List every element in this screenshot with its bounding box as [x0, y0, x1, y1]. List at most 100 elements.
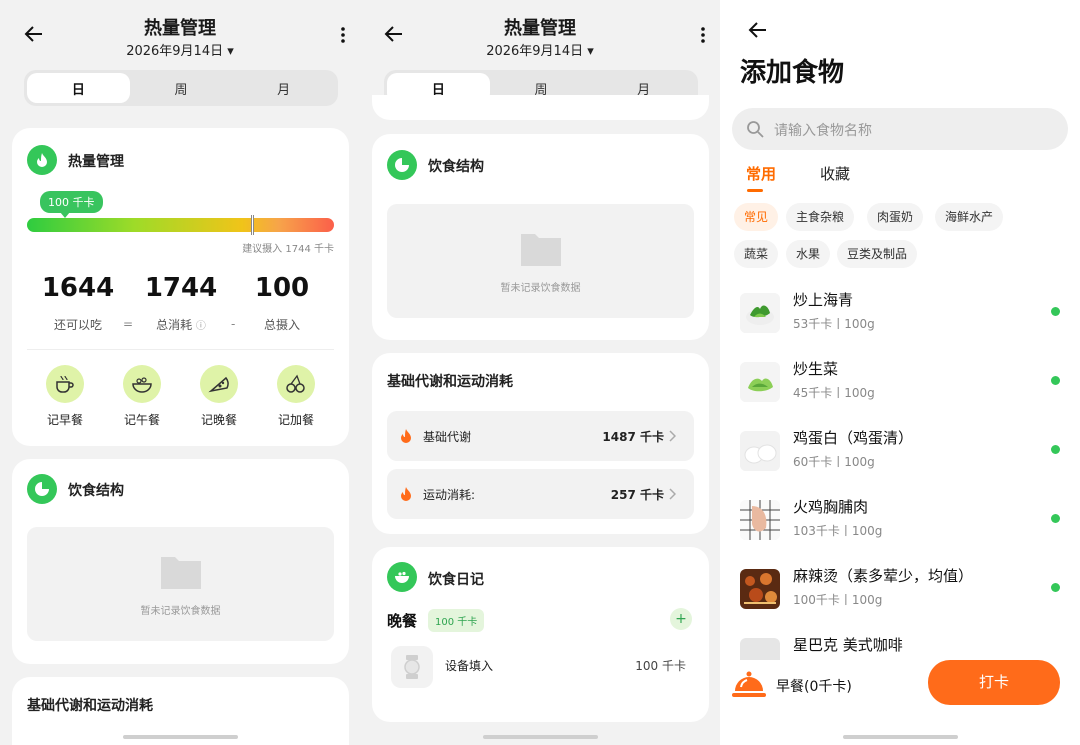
- scrolled-card-edge: [372, 95, 709, 120]
- checkin-button[interactable]: 打卡: [928, 660, 1060, 705]
- caret-down-icon: ▾: [587, 44, 594, 59]
- log-lunch-button[interactable]: 记午餐: [107, 365, 177, 428]
- log-breakfast-button[interactable]: 记早餐: [30, 365, 100, 428]
- chip-common[interactable]: 常见: [734, 203, 779, 231]
- search-placeholder: 请输入食物名称: [774, 123, 872, 139]
- food-item[interactable]: 炒生菜 45千卡丨100g: [740, 354, 1060, 414]
- status-dot: [1051, 307, 1060, 316]
- header: 热量管理 2026年9月14日 ▾: [360, 10, 720, 60]
- folder-icon: [160, 557, 201, 589]
- page-title: 添加食物: [740, 58, 845, 88]
- card-title: 饮食结构: [68, 483, 124, 499]
- exercise-row[interactable]: 运动消耗: 257 千卡: [387, 469, 694, 519]
- screen-add-food: 添加食物 请输入食物名称 常用 收藏 常见 主食杂粮 肉蛋奶 海鲜水产 蔬菜 水…: [720, 0, 1080, 745]
- chip-seafood[interactable]: 海鲜水产: [935, 203, 1004, 231]
- food-calories: 103千卡丨100g: [793, 524, 883, 538]
- stat-intake-label: 总摄入: [263, 318, 300, 332]
- caret-down-icon: ▾: [227, 44, 234, 59]
- food-item[interactable]: 麻辣烫（素多荤少，均值） 100千卡丨100g: [740, 561, 1060, 621]
- bottom-bar: 早餐(0千卡) 打卡: [720, 660, 1080, 745]
- calorie-progress-bar: [27, 215, 334, 235]
- food-image: [740, 431, 780, 471]
- tab-common[interactable]: 常用: [746, 163, 776, 184]
- food-name: 鸡蛋白（鸡蛋清）: [793, 429, 914, 447]
- calorie-card: 热量管理 100 千卡 建议摄入 1744 千卡 1644 1744 100 还…: [12, 128, 349, 446]
- row-value: 1487 千卡: [602, 430, 664, 444]
- stat-consumed-label[interactable]: 总消耗 ⓘ: [136, 316, 226, 333]
- pie-chart-icon: [27, 474, 57, 504]
- row-value: 257 千卡: [610, 488, 664, 502]
- meal-summary[interactable]: 早餐(0千卡): [776, 676, 852, 696]
- tab-indicator: [747, 189, 763, 192]
- date-selector[interactable]: 2026年9月14日 ▾: [360, 40, 720, 59]
- chip-meat-egg-milk[interactable]: 肉蛋奶: [867, 203, 924, 231]
- meal-label: 记加餐: [277, 413, 314, 427]
- meal-label: 记午餐: [123, 413, 160, 427]
- divider: [27, 349, 334, 350]
- target-marker: [251, 215, 255, 235]
- diary-entry[interactable]: 设备填入 100 千卡: [387, 642, 694, 692]
- stat-consumed-text: 总消耗: [156, 318, 193, 332]
- chevron-right-icon: [669, 430, 676, 442]
- diet-diary-card: 饮食日记 晚餐 100 千卡 + 设备填入 100 千卡: [372, 547, 709, 722]
- period-tabs: 日 周 月: [24, 70, 338, 106]
- food-item[interactable]: 炒上海青 53千卡丨100g: [740, 285, 1060, 345]
- row-label: 运动消耗:: [423, 488, 476, 502]
- food-name: 炒生菜: [793, 360, 839, 378]
- more-menu-icon[interactable]: [340, 26, 346, 44]
- card-title: 基础代谢和运动消耗: [27, 698, 153, 714]
- food-calories: 60千卡丨100g: [793, 455, 875, 469]
- bmr-card: 基础代谢和运动消耗: [12, 677, 349, 745]
- food-name: 火鸡胸脯肉: [793, 498, 869, 516]
- info-icon[interactable]: ⓘ: [196, 321, 206, 332]
- food-item[interactable]: 火鸡胸脯肉 103千卡丨100g: [740, 492, 1060, 552]
- status-dot: [1051, 376, 1060, 385]
- diet-structure-card: 饮食结构 暂未记录饮食数据: [12, 459, 349, 664]
- food-name: 炒上海青: [793, 291, 854, 309]
- screen-calorie-details: 热量管理 2026年9月14日 ▾ 日 周 月 饮食结构 暂未记录饮食数据 基础…: [360, 0, 720, 745]
- empty-state: 暂未记录饮食数据: [27, 527, 334, 641]
- add-food-button[interactable]: +: [670, 608, 692, 630]
- food-image: [740, 500, 780, 540]
- card-title: 热量管理: [68, 154, 124, 170]
- meal-label: 记早餐: [46, 413, 83, 427]
- empty-text: 暂未记录饮食数据: [500, 283, 581, 294]
- chip-vegetables[interactable]: 蔬菜: [734, 240, 779, 268]
- bmr-row[interactable]: 基础代谢 1487 千卡: [387, 411, 694, 461]
- date-selector[interactable]: 2026年9月14日 ▾: [0, 40, 360, 59]
- tab-day[interactable]: 日: [27, 73, 130, 103]
- search-icon: [747, 121, 764, 138]
- folder-icon: [520, 234, 561, 266]
- diet-structure-card: 饮食结构 暂未记录饮食数据: [372, 134, 709, 340]
- back-arrow-icon[interactable]: [746, 18, 770, 42]
- tab-favorites[interactable]: 收藏: [820, 163, 850, 184]
- status-dot: [1051, 445, 1060, 454]
- pizza-slice-icon: [200, 365, 238, 403]
- date-text: 2026年9月14日: [126, 44, 224, 59]
- intake-pill: 100 千卡: [40, 191, 103, 218]
- chip-staples[interactable]: 主食杂粮: [786, 203, 855, 231]
- chip-beans[interactable]: 豆类及制品: [837, 240, 918, 268]
- flame-icon: [27, 145, 57, 175]
- chip-fruits[interactable]: 水果: [786, 240, 831, 268]
- tab-week[interactable]: 周: [130, 73, 233, 103]
- flame-icon: [401, 429, 411, 443]
- empty-text: 暂未记录饮食数据: [140, 606, 221, 617]
- tab-month[interactable]: 月: [232, 73, 335, 103]
- rice-bowl-icon: [123, 365, 161, 403]
- log-snack-button[interactable]: 记加餐: [261, 365, 331, 428]
- food-item[interactable]: 鸡蛋白（鸡蛋清） 60千卡丨100g: [740, 423, 1060, 483]
- suggest-intake: 建议摄入 1744 千卡: [242, 244, 334, 255]
- food-name: 麻辣烫（素多荤少，均值）: [793, 567, 974, 585]
- pie-chart-icon: [387, 150, 417, 180]
- watch-icon: [391, 646, 433, 688]
- flame-icon: [401, 487, 411, 501]
- food-calories: 100千卡丨100g: [793, 593, 883, 607]
- date-text: 2026年9月14日: [486, 44, 584, 59]
- stat-remaining-value: 1644: [41, 273, 115, 303]
- more-menu-icon[interactable]: [700, 26, 706, 44]
- search-input[interactable]: 请输入食物名称: [732, 108, 1068, 150]
- log-dinner-button[interactable]: 记晚餐: [184, 365, 254, 428]
- meal-label: 记晚餐: [200, 413, 237, 427]
- food-image: [740, 569, 780, 609]
